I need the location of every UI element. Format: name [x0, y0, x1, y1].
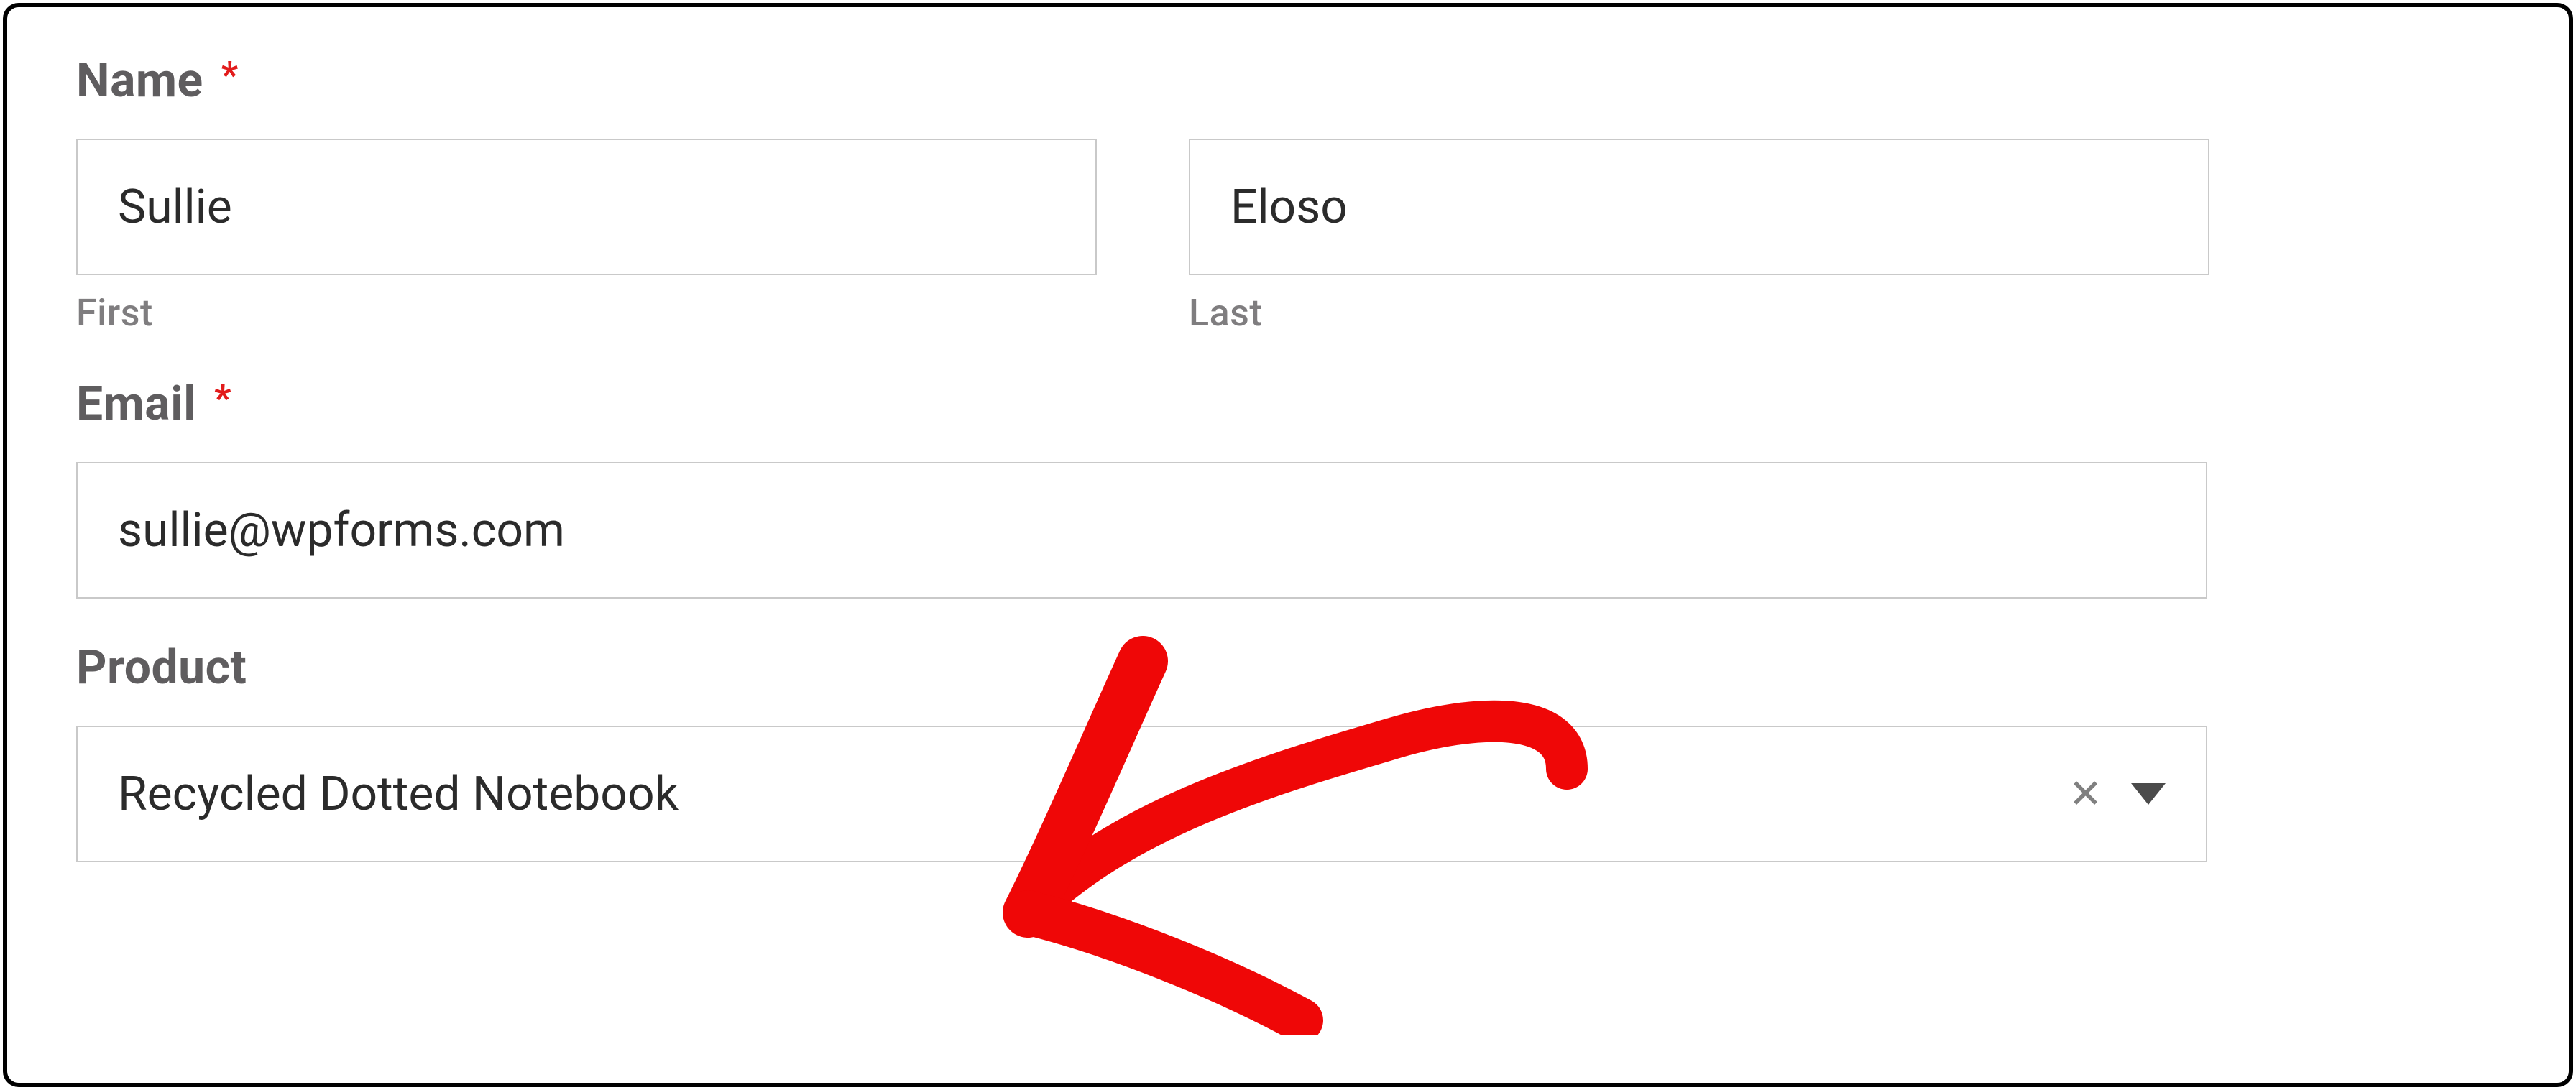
product-label: Product: [76, 640, 2500, 696]
name-row: First Last: [76, 139, 2500, 335]
name-field: Name * First Last: [76, 53, 2500, 335]
last-name-column: Last: [1189, 139, 2209, 335]
first-name-input[interactable]: [76, 139, 1097, 275]
product-selected-value: Recycled Dotted Notebook: [118, 767, 2069, 822]
email-input[interactable]: [76, 462, 2207, 599]
first-name-column: First: [76, 139, 1097, 335]
required-marker: *: [221, 53, 239, 97]
email-label-text: Email: [76, 377, 196, 432]
email-field: Email *: [76, 377, 2500, 599]
product-select[interactable]: Recycled Dotted Notebook ✕: [76, 726, 2207, 862]
form-panel: Name * First Last Email * Product Recycl…: [3, 3, 2573, 1087]
product-label-text: Product: [76, 640, 247, 696]
name-label: Name *: [76, 53, 2500, 108]
clear-icon[interactable]: ✕: [2069, 774, 2102, 814]
required-marker: *: [214, 377, 231, 420]
email-label: Email *: [76, 377, 2500, 432]
chevron-down-icon[interactable]: [2131, 783, 2166, 805]
name-label-text: Name: [76, 53, 203, 108]
product-field: Product Recycled Dotted Notebook ✕: [76, 640, 2500, 862]
first-name-sublabel: First: [76, 291, 1097, 335]
product-select-controls: ✕: [2069, 774, 2166, 814]
last-name-sublabel: Last: [1189, 291, 2209, 335]
last-name-input[interactable]: [1189, 139, 2209, 275]
